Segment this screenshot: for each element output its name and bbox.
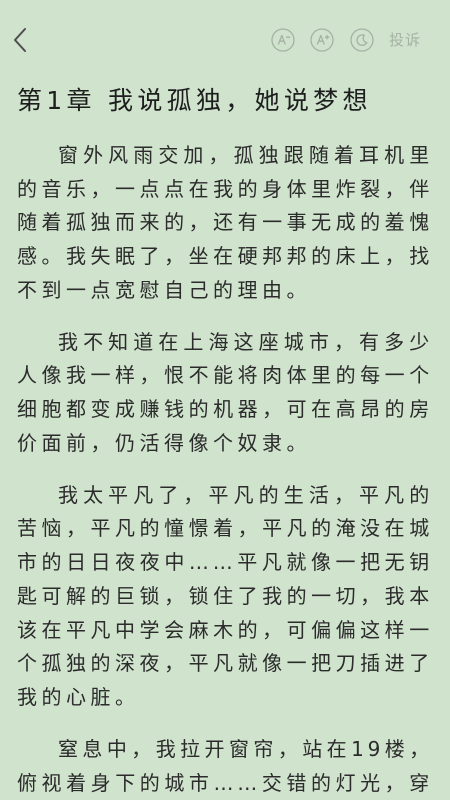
font-increase-button[interactable] bbox=[310, 28, 334, 52]
text-line: 人像我一样，恨不能将肉体里的每一个 bbox=[17, 363, 433, 388]
paragraph: 窒息中，我拉开窗帘，站在19楼， 俯视着身下的城市……交错的灯光，穿 bbox=[17, 733, 433, 800]
text-line: 匙可解的巨锁，锁住了我的一切，我本 bbox=[17, 583, 433, 608]
reading-area[interactable]: 窗外风雨交加，孤独跟随着耳机里 的音乐，一点点在我的身体里炸裂，伴 随着孤独而来… bbox=[17, 139, 433, 800]
text-line: 苦恼，平凡的憧憬着，平凡的淹没在城 bbox=[17, 516, 433, 541]
text-line: 窗外风雨交加，孤独跟随着耳机里 bbox=[58, 143, 433, 167]
text-line: 细胞都变成赚钱的机器，可在高昂的房 bbox=[17, 397, 433, 422]
text-line: 感。我失眠了，坐在硬邦邦的床上，找 bbox=[17, 244, 433, 269]
report-button[interactable]: 投诉 bbox=[389, 30, 421, 50]
text-line: 窒息中，我拉开窗帘，站在19楼， bbox=[58, 736, 433, 761]
chevron-left-icon bbox=[14, 28, 26, 52]
text-line: 价面前，仍活得像个奴隶。 bbox=[17, 430, 311, 455]
text-line: 我的心脏。 bbox=[17, 684, 140, 709]
text-line: 的音乐，一点点在我的身体里炸裂，伴 bbox=[17, 176, 433, 201]
text-line: 不到一点宽慰自己的理由。 bbox=[17, 277, 311, 302]
text-line: 随着孤独而来的，还有一事无成的羞愧 bbox=[17, 210, 433, 235]
text-line: 该在平凡中学会麻木的，可偏偏这样一 bbox=[17, 617, 433, 642]
text-line: 俯视着身下的城市……交错的灯光，穿 bbox=[17, 770, 433, 795]
font-increase-icon bbox=[310, 28, 334, 52]
font-decrease-icon bbox=[271, 28, 295, 52]
reader-toolbar: 投诉 bbox=[0, 0, 450, 80]
paragraph: 窗外风雨交加，孤独跟随着耳机里 的音乐，一点点在我的身体里炸裂，伴 随着孤独而来… bbox=[17, 139, 433, 307]
night-mode-button[interactable] bbox=[350, 28, 374, 52]
moon-icon bbox=[350, 28, 374, 52]
reader-page: { "colors": { "background": "#cfe3cd", "… bbox=[0, 0, 450, 800]
text-line: 我太平凡了，平凡的生活，平凡的 bbox=[58, 482, 433, 507]
chapter-title: 第1章 我说孤独，她说梦想 bbox=[17, 86, 372, 115]
text-line: 市的日日夜夜中……平凡就像一把无钥 bbox=[17, 550, 433, 575]
text-line: 个孤独的深夜，平凡就像一把刀插进了 bbox=[17, 651, 433, 676]
paragraph: 我不知道在上海这座城市，有多少 人像我一样，恨不能将肉体里的每一个 细胞都变成赚… bbox=[17, 326, 433, 461]
font-decrease-button[interactable] bbox=[271, 28, 295, 52]
back-button[interactable] bbox=[8, 24, 36, 56]
paragraph: 我太平凡了，平凡的生活，平凡的 苦恼，平凡的憧憬着，平凡的淹没在城 市的日日夜夜… bbox=[17, 479, 433, 715]
text-line: 我不知道在上海这座城市，有多少 bbox=[58, 329, 433, 354]
